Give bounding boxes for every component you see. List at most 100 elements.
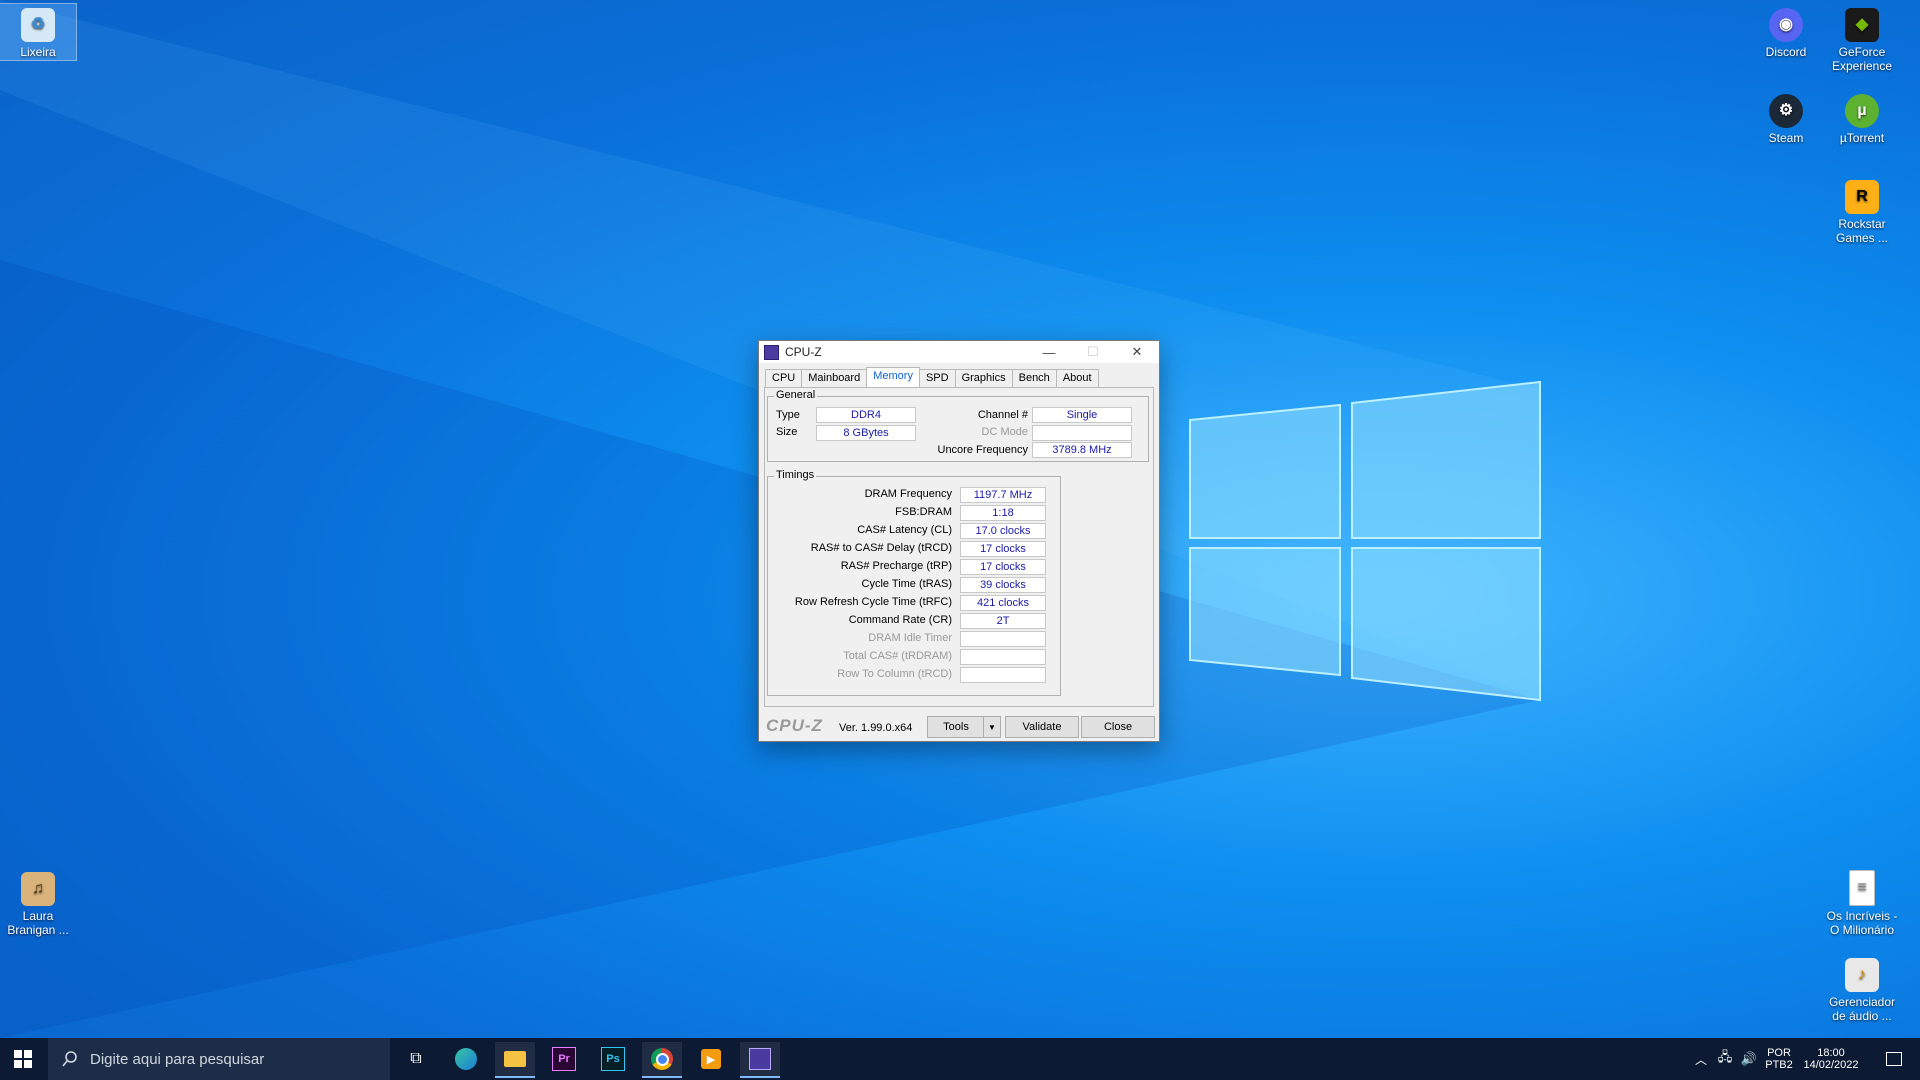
- search-icon: [62, 1051, 77, 1067]
- timing-label: RAS# to CAS# Delay (tRCD): [810, 542, 952, 554]
- taskbar-file-explorer[interactable]: [495, 1042, 535, 1078]
- notification-center-button[interactable]: [1874, 1038, 1914, 1080]
- footer-bar: CPU-Z Ver. 1.99.0.x64 Tools ▼ Validate C…: [759, 708, 1159, 738]
- tab-about[interactable]: About: [1055, 369, 1099, 388]
- desktop-icon-label: Os Incríveis - O Milionário: [1826, 909, 1898, 937]
- timing-value: 2T: [960, 613, 1046, 629]
- desktop: ♻ Lixeira ♫ Laura Branigan ... ◉ Discord…: [0, 0, 1920, 1038]
- volume-icon-button[interactable]: 🔊: [1738, 1038, 1760, 1080]
- close-window-button[interactable]: ✕: [1115, 341, 1159, 363]
- chevron-up-icon: ︿: [1694, 1052, 1707, 1067]
- tab-memory[interactable]: Memory: [866, 367, 920, 388]
- clock-date: 14/02/2022: [1803, 1059, 1859, 1071]
- dcmode-value: [1032, 425, 1132, 441]
- taskbar: Digite aqui para pesquisar ⧉ Pr Ps ▶ ︿ 🖧…: [0, 1038, 1920, 1080]
- desktop-icon-label: GeForce Experience: [1831, 45, 1893, 73]
- timing-value: 1197.7 MHz: [960, 487, 1046, 503]
- task-view-icon: ⧉: [410, 1050, 422, 1067]
- tab-graphics[interactable]: Graphics: [954, 369, 1013, 388]
- type-value: DDR4: [816, 407, 916, 423]
- timing-label: Command Rate (CR): [848, 614, 952, 626]
- validate-button-label: Validate: [1022, 721, 1062, 733]
- taskbar-photoshop[interactable]: Ps: [593, 1042, 633, 1076]
- tab-bench[interactable]: Bench: [1011, 369, 1057, 388]
- desktop-icon-recycle-bin[interactable]: ♻ Lixeira: [0, 3, 77, 61]
- general-group: General Type DDR4 Size 8 GBytes Channel …: [767, 389, 1149, 462]
- search-placeholder: Digite aqui para pesquisar: [90, 1050, 265, 1068]
- desktop-icon-utorrent[interactable]: µ µTorrent: [1824, 90, 1900, 145]
- taskbar-media-player[interactable]: ▶: [691, 1042, 731, 1076]
- notification-icon: [1886, 1052, 1902, 1066]
- language-indicator[interactable]: POR PTB2: [1762, 1038, 1796, 1080]
- desktop-icon-laura-branigan[interactable]: ♫ Laura Branigan ...: [0, 868, 76, 937]
- timing-value: 1:18: [960, 505, 1046, 521]
- desktop-icon-label: Rockstar Games ...: [1835, 217, 1888, 245]
- tools-dropdown-button[interactable]: ▼: [983, 716, 1001, 738]
- timing-value: [960, 649, 1046, 665]
- tools-button[interactable]: Tools: [927, 716, 985, 738]
- tab-mainboard[interactable]: Mainboard: [801, 369, 868, 388]
- desktop-icon-label: Lixeira: [20, 45, 56, 59]
- taskbar-cpuz[interactable]: [740, 1042, 780, 1078]
- desktop-icon-geforce[interactable]: ◆ GeForce Experience: [1824, 4, 1900, 73]
- rockstar-icon: R: [1845, 180, 1879, 214]
- uncore-frequency-label: Uncore Frequency: [937, 444, 1029, 456]
- general-legend: General: [774, 389, 818, 401]
- timing-label: FSB:DRAM: [895, 506, 952, 518]
- document-icon: ≡: [1849, 870, 1875, 906]
- timing-label: CAS# Latency (CL): [857, 524, 952, 536]
- validate-button[interactable]: Validate: [1005, 716, 1079, 738]
- taskbar-edge[interactable]: [446, 1042, 486, 1076]
- timings-group: Timings DRAM Frequency 1197.7 MHz FSB:DRAM…: [767, 469, 1061, 696]
- network-icon-button[interactable]: 🖧: [1714, 1038, 1736, 1080]
- cpuz-logo: CPU-Z: [766, 716, 823, 735]
- start-button[interactable]: [0, 1038, 46, 1080]
- volume-icon: 🔊: [1740, 1051, 1758, 1066]
- taskbar-chrome[interactable]: [642, 1042, 682, 1078]
- timings-legend: Timings: [774, 469, 817, 481]
- folder-icon: ♫: [21, 872, 55, 906]
- steam-icon: ⚙: [1769, 94, 1803, 128]
- desktop-icon-label: Discord: [1765, 45, 1807, 59]
- tools-button-label: Tools: [943, 721, 969, 733]
- chevron-down-icon: ▼: [988, 722, 996, 732]
- tab-bar: CPU Mainboard Memory SPD Graphics Bench …: [765, 367, 1099, 388]
- chrome-icon: [651, 1048, 673, 1070]
- timing-value: 17 clocks: [960, 541, 1046, 557]
- tab-cpu[interactable]: CPU: [765, 369, 803, 388]
- size-value: 8 GBytes: [816, 425, 916, 441]
- desktop-icon-rockstar[interactable]: R Rockstar Games ...: [1824, 176, 1900, 245]
- media-player-icon: ▶: [701, 1049, 721, 1069]
- photoshop-icon: Ps: [601, 1047, 625, 1071]
- desktop-icon-discord[interactable]: ◉ Discord: [1748, 4, 1824, 59]
- maximize-button[interactable]: ☐: [1071, 341, 1115, 363]
- timing-label: Row Refresh Cycle Time (tRFC): [794, 596, 952, 608]
- window-title: CPU-Z: [785, 345, 822, 359]
- timing-value: 39 clocks: [960, 577, 1046, 593]
- task-view-button[interactable]: ⧉: [396, 1042, 436, 1076]
- show-hidden-icons-button[interactable]: ︿: [1690, 1038, 1712, 1080]
- desktop-icon-os-incriveis[interactable]: ≡ Os Incríveis - O Milionário: [1824, 866, 1900, 937]
- dcmode-label: DC Mode: [981, 426, 1028, 438]
- search-box[interactable]: Digite aqui para pesquisar: [48, 1038, 390, 1080]
- taskbar-premiere[interactable]: Pr: [544, 1042, 584, 1076]
- desktop-icon-audio-manager[interactable]: ♪ Gerenciador de áudio ...: [1824, 954, 1900, 1023]
- discord-icon: ◉: [1769, 8, 1803, 42]
- timing-label: DRAM Frequency: [864, 488, 952, 500]
- language-code: POR: [1767, 1047, 1791, 1059]
- desktop-icon-steam[interactable]: ⚙ Steam: [1748, 90, 1824, 145]
- folder-icon: [504, 1051, 526, 1067]
- type-label: Type: [776, 409, 800, 421]
- title-bar[interactable]: CPU-Z — ☐ ✕: [759, 341, 1159, 363]
- nvidia-icon: ◆: [1845, 8, 1879, 42]
- close-button-label: Close: [1103, 721, 1133, 733]
- clock[interactable]: 18:00 14/02/2022: [1798, 1038, 1864, 1080]
- close-button[interactable]: Close: [1081, 716, 1155, 738]
- minimize-button[interactable]: —: [1027, 341, 1071, 363]
- cpuz-app-icon: [764, 344, 779, 360]
- channel-label: Channel #: [977, 409, 1028, 421]
- timing-label: RAS# Precharge (tRP): [840, 560, 952, 572]
- tab-spd[interactable]: SPD: [918, 369, 956, 388]
- premiere-icon: Pr: [552, 1047, 576, 1071]
- keyboard-layout: PTB2: [1765, 1059, 1793, 1071]
